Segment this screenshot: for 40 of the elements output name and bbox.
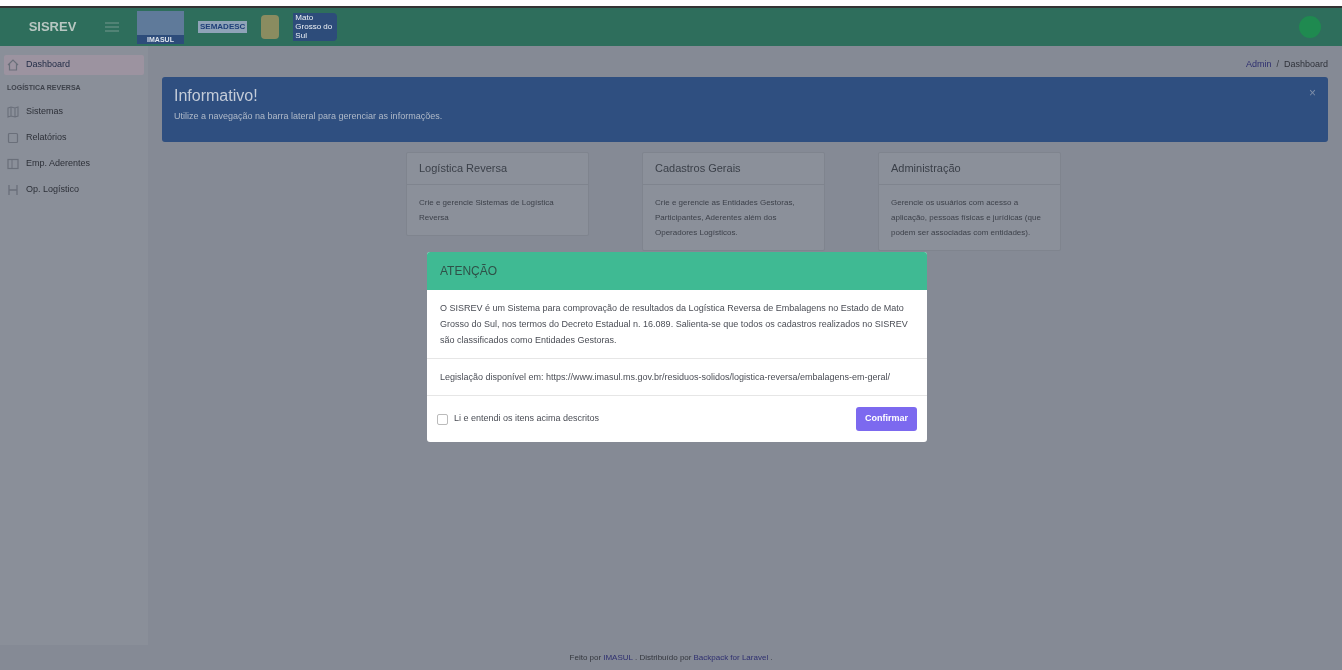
card-text: Gerencie os usuários com acesso a aplicação, pessoas físicas e jurídicas (que podem ser associadas com entidades). bbox=[890, 197, 1042, 239]
card-text: Crie e gerencie Sistemas de Logística Reversa bbox=[418, 197, 555, 224]
breadcrumb-separator: / bbox=[1276, 58, 1279, 71]
brand-name[interactable]: SISREV bbox=[28, 17, 77, 37]
sidebar-item[interactable]: Sistemas bbox=[4, 101, 144, 122]
breadcrumb-item[interactable]: Admin bbox=[1245, 58, 1272, 77]
close-button[interactable]: × bbox=[1309, 84, 1316, 102]
square-icon bbox=[7, 131, 19, 144]
panel-icon bbox=[7, 157, 19, 170]
footer-text: . bbox=[770, 651, 773, 664]
modal-title: ATENÇÃO bbox=[427, 252, 927, 290]
confirm-button[interactable]: Confirmar bbox=[856, 407, 917, 431]
card-title: Cadastros Gerais bbox=[643, 153, 824, 185]
logo-text: SEMADESC bbox=[198, 21, 248, 33]
breadcrumb-item: Dashboard bbox=[1283, 58, 1328, 71]
footer-link[interactable]: Backpack for Laravel bbox=[693, 651, 769, 664]
logo-text: Mato Grosso do Sul bbox=[293, 13, 338, 41]
alert-text: Utilize a navegação na barra lateral para gerenciar as informações. bbox=[174, 110, 444, 123]
card[interactable]: Logística Reversa Crie e gerencie Sistemas de Logística Reversa bbox=[406, 152, 589, 236]
card[interactable]: Administração Gerencie os usuários com acesso a aplicação, pessoas físicas e jurídicas (que podem ser associadas com entidades). bbox=[878, 152, 1061, 251]
sidebar-item[interactable]: Dashboard bbox=[4, 55, 144, 75]
card-title: Administração bbox=[879, 153, 1060, 185]
sidebar-item[interactable]: Op. Logístico bbox=[4, 179, 144, 200]
map-icon bbox=[7, 105, 19, 118]
card-text: Crie e gerencie as Entidades Gestoras, Participantes, Aderentes além dos Operadores Logísticos. bbox=[654, 197, 796, 239]
acknowledge-checkbox[interactable]: Li e entendi os itens acima descritos bbox=[437, 412, 600, 426]
sidebar-item[interactable]: Emp. Aderentes bbox=[4, 153, 144, 174]
menu-icon[interactable] bbox=[105, 22, 119, 32]
sidebar-item[interactable]: Relatórios bbox=[4, 127, 144, 148]
footer-text: Feito por bbox=[569, 651, 602, 664]
card-title: Logística Reversa bbox=[407, 153, 588, 185]
footer-link[interactable]: IMASUL bbox=[603, 651, 633, 664]
modal-text: O SISREV é um Sistema para comprovação de resultados da Logística Reversa de Embalagens no Estado de Mato Grosso do Sul, nos termos do Decreto Estadual n. 16.089. Salienta-se que todos os cadastros realizados no SISREV são classificados como Entidades Gestoras. bbox=[427, 290, 927, 359]
alert-title: Informativo! bbox=[174, 86, 258, 106]
route-icon bbox=[7, 183, 19, 196]
home-icon bbox=[7, 59, 19, 71]
legislation-text: Legislação disponível em: https://www.imasul.ms.gov.br/residuos-solidos/logistica-reversa/embalagens-em-geral/ bbox=[427, 359, 927, 396]
footer-text: . Distribuído por bbox=[635, 651, 692, 664]
card[interactable]: Cadastros Gerais Crie e gerencie as Entidades Gestoras, Participantes, Aderentes além dos Operadores Logísticos. bbox=[642, 152, 825, 251]
avatar[interactable] bbox=[1299, 16, 1321, 38]
